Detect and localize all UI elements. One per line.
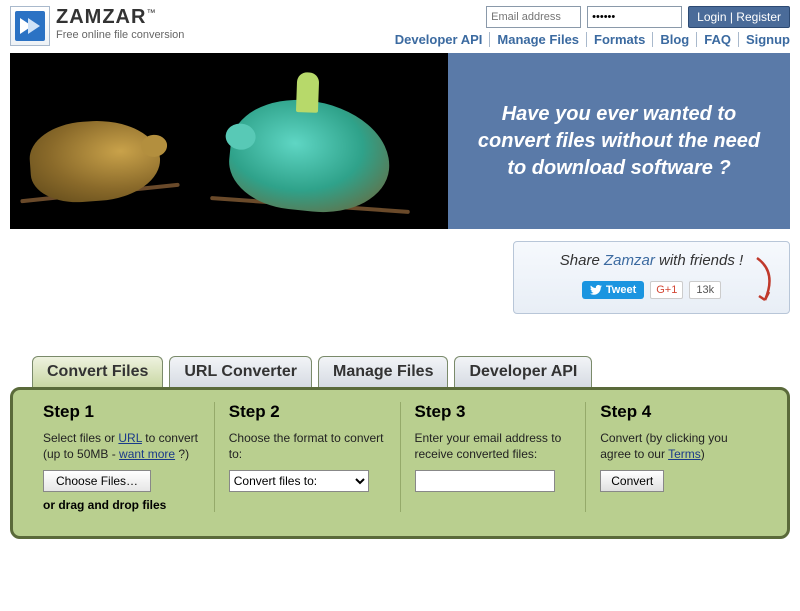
tab-url-converter[interactable]: URL Converter xyxy=(169,356,312,387)
nav-formats[interactable]: Formats xyxy=(587,32,653,47)
arrow-icon xyxy=(749,252,781,312)
password-input[interactable] xyxy=(587,6,682,28)
nav-manage-files[interactable]: Manage Files xyxy=(490,32,587,47)
gplus-button[interactable]: G+1 xyxy=(650,281,683,299)
brand-name: ZAMZAR™ xyxy=(56,6,184,29)
step-1: Step 1 Select files or URL to convert (u… xyxy=(29,402,215,512)
share-box: Share Zamzar with friends ! Tweet G+1 13… xyxy=(513,241,790,314)
hero-banner: Have you ever wanted to convert files wi… xyxy=(10,53,790,229)
tab-developer-api[interactable]: Developer API xyxy=(454,356,592,387)
twitter-icon xyxy=(590,285,602,295)
convert-button[interactable]: Convert xyxy=(600,470,664,492)
nav-developer-api[interactable]: Developer API xyxy=(388,32,491,47)
nav-faq[interactable]: FAQ xyxy=(697,32,739,47)
tabs-container: Convert Files URL Converter Manage Files… xyxy=(10,356,790,539)
top-nav: Developer API Manage Files Formats Blog … xyxy=(388,32,790,47)
url-link[interactable]: URL xyxy=(118,431,142,445)
nav-blog[interactable]: Blog xyxy=(653,32,697,47)
hero-text: Have you ever wanted to convert files wi… xyxy=(448,53,790,229)
step-2-title: Step 2 xyxy=(229,402,386,422)
step-4-title: Step 4 xyxy=(600,402,757,422)
step-4-text: Convert (by clicking you agree to our Te… xyxy=(600,430,757,462)
login-register-button[interactable]: Login | Register xyxy=(688,6,790,28)
tweet-button[interactable]: Tweet xyxy=(582,281,644,299)
want-more-link[interactable]: want more xyxy=(119,447,175,461)
format-select[interactable]: Convert files to: xyxy=(229,470,369,492)
terms-link[interactable]: Terms xyxy=(668,447,701,461)
brand-tagline: Free online file conversion xyxy=(56,29,184,41)
convert-email-input[interactable] xyxy=(415,470,555,492)
auth-row: Login | Register xyxy=(486,6,790,28)
step-2-text: Choose the format to convert to: xyxy=(229,430,386,462)
logo-block: ZAMZAR™ Free online file conversion xyxy=(10,6,184,46)
step-3: Step 3 Enter your email address to recei… xyxy=(401,402,587,512)
header: ZAMZAR™ Free online file conversion Logi… xyxy=(10,0,790,47)
nav-signup[interactable]: Signup xyxy=(739,32,790,47)
logo-icon xyxy=(10,6,50,46)
email-input[interactable] xyxy=(486,6,581,28)
steps-panel: Step 1 Select files or URL to convert (u… xyxy=(10,387,790,539)
tab-manage-files[interactable]: Manage Files xyxy=(318,356,448,387)
hero-headline: Have you ever wanted to convert files wi… xyxy=(470,101,768,182)
step-1-text: Select files or URL to convert (up to 50… xyxy=(43,430,200,462)
gplus-count: 13k xyxy=(689,281,721,299)
choose-files-button[interactable]: Choose Files… xyxy=(43,470,151,492)
share-title: Share Zamzar with friends ! xyxy=(528,252,775,269)
step-2: Step 2 Choose the format to convert to: … xyxy=(215,402,401,512)
drag-drop-text: or drag and drop files xyxy=(43,498,200,512)
step-3-title: Step 3 xyxy=(415,402,572,422)
step-1-title: Step 1 xyxy=(43,402,200,422)
hero-image xyxy=(10,53,448,229)
step-3-text: Enter your email address to receive conv… xyxy=(415,430,572,462)
tab-convert-files[interactable]: Convert Files xyxy=(32,356,163,387)
step-4: Step 4 Convert (by clicking you agree to… xyxy=(586,402,771,512)
